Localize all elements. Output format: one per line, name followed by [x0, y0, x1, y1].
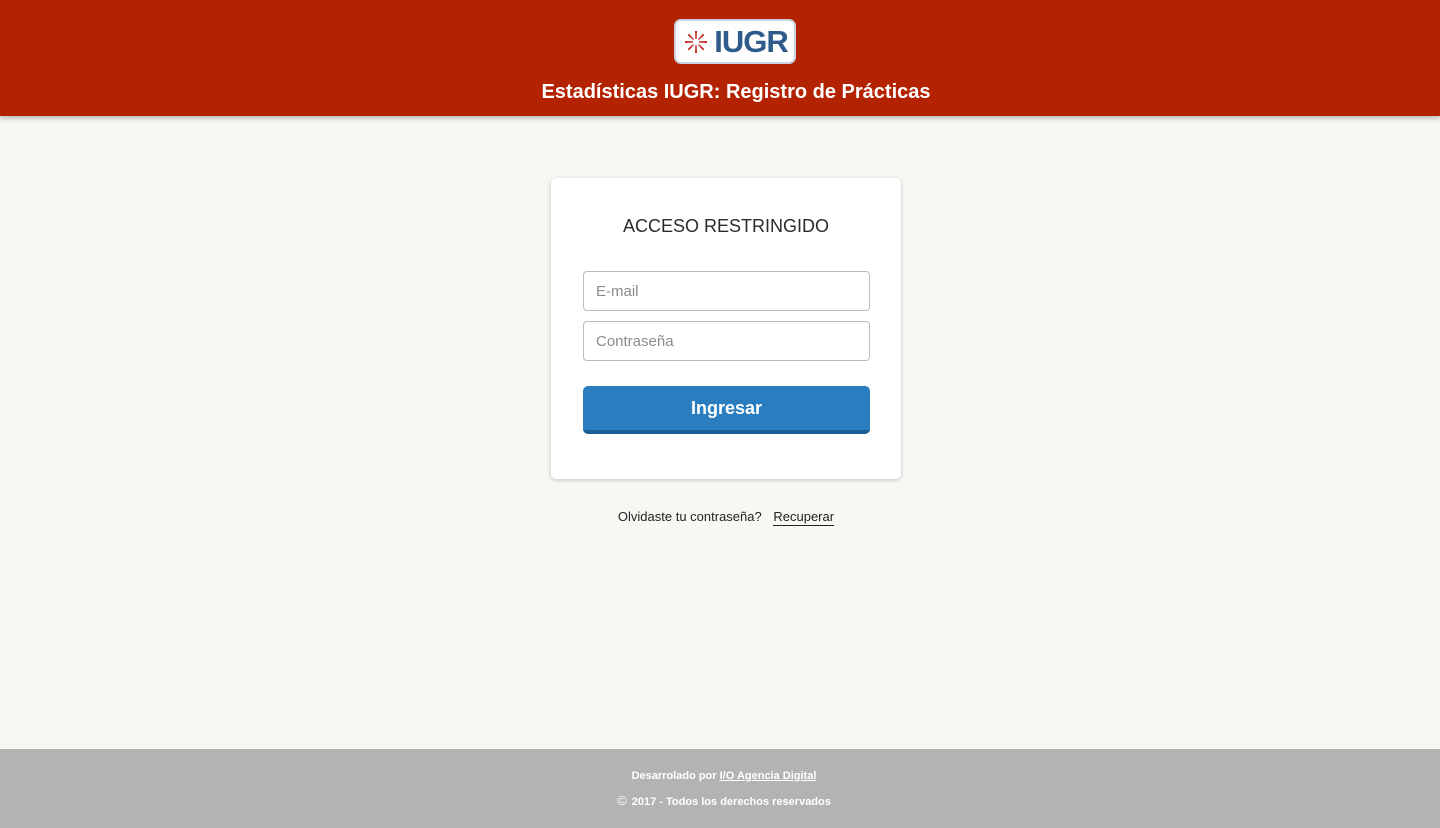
login-button[interactable]: Ingresar	[583, 386, 870, 434]
iugr-logo[interactable]: IUGR	[674, 19, 796, 64]
login-page: IUGR Estadísticas IUGR: Registro de Prác…	[0, 0, 1440, 828]
recover-link[interactable]: Recuperar	[773, 509, 835, 526]
password-field[interactable]	[583, 321, 870, 361]
developer-link[interactable]: I/O Agencia Digital	[720, 770, 817, 782]
site-header: IUGR Estadísticas IUGR: Registro de Prác…	[0, 0, 1440, 116]
copyright-icon: ©	[617, 793, 627, 808]
footer-copyright: © 2017 - Todos los derechos reservados	[0, 793, 1440, 810]
site-footer	[0, 749, 1440, 828]
login-title: ACCESO RESTRINGIDO	[622, 216, 830, 236]
footer-developed-by: Desarrolado por	[631, 770, 717, 782]
site-title: Estadísticas IUGR: Registro de Prácticas	[541, 81, 931, 103]
recover-row: Olvidaste tu contraseña? Recuperar	[0, 507, 1440, 527]
recover-question: Olvidaste tu contraseña?	[617, 509, 762, 524]
email-field[interactable]	[583, 271, 870, 311]
iugr-sunburst-icon	[685, 30, 708, 53]
logo-text: IUGR	[714, 24, 788, 59]
footer-credits: Desarrolado por I/O Agencia Digital	[0, 768, 1440, 784]
copyright-text: 2017 - Todos los derechos reservados	[631, 796, 831, 808]
